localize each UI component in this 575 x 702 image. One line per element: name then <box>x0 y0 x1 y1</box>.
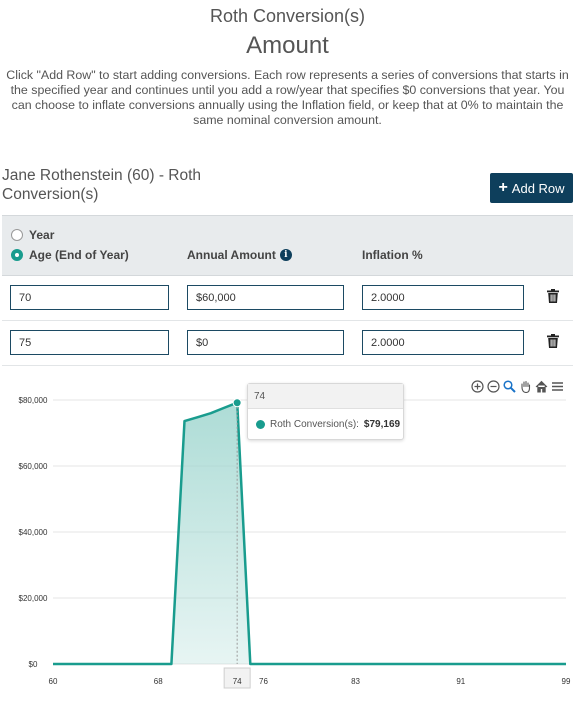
home-icon[interactable] <box>535 380 548 393</box>
add-row-button[interactable]: + Add Row <box>490 173 573 203</box>
x-tick-label: 60 <box>49 677 58 686</box>
amount-input[interactable] <box>187 285 344 310</box>
trash-icon[interactable] <box>547 289 559 303</box>
instructions-text: Click "Add Row" to start adding conversi… <box>6 68 569 127</box>
age-input[interactable] <box>10 285 169 310</box>
tooltip-series-label: Roth Conversion(s): <box>270 419 359 430</box>
radio-year[interactable]: Year <box>11 228 54 242</box>
info-icon[interactable]: i <box>279 249 292 261</box>
y-tick-label: $80,000 <box>19 396 48 405</box>
table-row <box>2 321 573 366</box>
table-row <box>2 276 573 321</box>
y-tick-label: $0 <box>29 660 38 669</box>
plus-icon: + <box>498 179 508 196</box>
y-tick-label: $60,000 <box>19 462 48 471</box>
x-tick-label: 68 <box>154 677 163 686</box>
column-annual-amount-label: Annual Amount <box>187 248 276 262</box>
x-tick-label: 99 <box>562 677 571 686</box>
tooltip-value: $79,169 <box>363 419 401 430</box>
radio-year-label: Year <box>29 228 55 242</box>
radio-age-button[interactable] <box>11 249 23 261</box>
table-header: Year Age (End of Year) Annual Amount i I… <box>2 215 573 276</box>
radio-age-label: Age (End of Year) <box>29 248 129 262</box>
column-annual-amount: Annual Amount i <box>187 248 292 262</box>
radio-age[interactable]: Age (End of Year) <box>11 248 129 262</box>
column-inflation-label: Inflation % <box>362 248 423 262</box>
x-tick-label: 76 <box>259 677 268 686</box>
y-tick-label: $20,000 <box>19 594 48 603</box>
radio-year-button[interactable] <box>11 229 23 241</box>
page-subtitle: Amount <box>246 32 329 59</box>
trash-icon[interactable] <box>547 334 559 348</box>
tooltip-body: Roth Conversion(s): $79,169 <box>248 409 403 430</box>
chart-toolbar <box>471 380 564 393</box>
series-area <box>53 402 566 664</box>
y-tick-label: $40,000 <box>19 528 48 537</box>
magnifier-icon[interactable] <box>503 380 516 393</box>
section-title: Jane Rothenstein (60) - Roth Conversion(… <box>2 167 202 203</box>
zoom-out-icon[interactable] <box>487 380 500 393</box>
menu-icon[interactable] <box>551 380 564 393</box>
add-row-label: Add Row <box>511 180 565 196</box>
page-title: Roth Conversion(s) <box>209 6 366 26</box>
x-tick-label: 74 <box>233 677 242 686</box>
x-tick-label: 91 <box>456 677 465 686</box>
inflation-input[interactable] <box>362 330 524 355</box>
zoom-in-icon[interactable] <box>471 380 484 393</box>
column-inflation: Inflation % <box>362 248 423 262</box>
series-line <box>53 401 566 666</box>
inflation-input[interactable] <box>362 285 524 310</box>
series-marker-icon <box>256 420 265 429</box>
pan-hand-icon[interactable] <box>519 380 532 393</box>
chart-tooltip: 74 Roth Conversion(s): $79,169 <box>247 383 404 440</box>
amount-input[interactable] <box>187 330 344 355</box>
age-input[interactable] <box>10 330 169 355</box>
x-tick-label: 83 <box>351 677 360 686</box>
tooltip-header: 74 <box>248 384 403 409</box>
highlight-point <box>232 398 242 408</box>
